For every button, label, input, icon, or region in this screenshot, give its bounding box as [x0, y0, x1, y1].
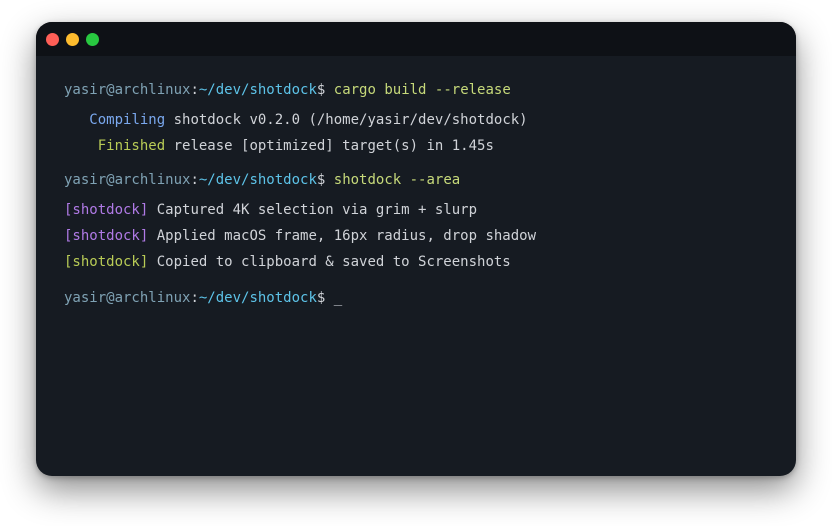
prompt-user-host: yasir@archlinux [64, 172, 191, 188]
log-line: [shotdock] Captured 4K selection via gri… [64, 200, 477, 220]
compiling-label: Compiling [89, 112, 166, 128]
prompt-dollar: $ [316, 172, 326, 188]
command-text: cargo build --release [333, 82, 511, 98]
log-text: Applied macOS frame, 16px radius, drop s… [156, 228, 537, 244]
prompt-path: ~/dev/shotdock [198, 82, 317, 98]
prompt-line-3: yasir@archlinux:~/dev/shotdock$ _ [64, 288, 342, 308]
log-text: Captured 4K selection via grim + slurp [156, 202, 478, 218]
finished-text: release [optimized] target(s) in 1.45s [173, 138, 494, 154]
prompt-path: ~/dev/shotdock [198, 290, 317, 306]
compile-text: shotdock v0.2.0 (/home/yasir/dev/shotdoc… [173, 112, 528, 128]
log-line: [shotdock] Applied macOS frame, 16px rad… [64, 226, 536, 246]
terminal-cursor[interactable]: _ [334, 290, 342, 306]
prompt-dollar: $ [316, 82, 326, 98]
log-tag: [shotdock] [64, 254, 149, 270]
finished-label: Finished [97, 138, 166, 154]
prompt-colon: : [190, 82, 199, 98]
close-button[interactable] [46, 33, 59, 46]
command-text: shotdock --area [333, 172, 461, 188]
prompt-dollar: $ [316, 290, 326, 306]
compile-line: Compiling shotdock v0.2.0 (/home/yasir/d… [64, 110, 528, 130]
finished-line: Finished release [optimized] target(s) i… [64, 136, 494, 156]
prompt-path: ~/dev/shotdock [198, 172, 317, 188]
prompt-line-2: yasir@archlinux:~/dev/shotdock$ shotdock… [64, 170, 460, 190]
prompt-line-1: yasir@archlinux:~/dev/shotdock$ cargo bu… [64, 80, 511, 100]
terminal-window: yasir@archlinux:~/dev/shotdock$ cargo bu… [36, 22, 796, 476]
log-tag: [shotdock] [64, 228, 149, 244]
prompt-user-host: yasir@archlinux [64, 82, 191, 98]
log-text: Copied to clipboard & saved to Screensho… [156, 254, 511, 270]
terminal-output[interactable]: yasir@archlinux:~/dev/shotdock$ cargo bu… [64, 22, 536, 422]
prompt-colon: : [190, 172, 199, 188]
prompt-colon: : [190, 290, 199, 306]
log-line: [shotdock] Copied to clipboard & saved t… [64, 252, 511, 272]
title-bar [36, 22, 796, 56]
prompt-user-host: yasir@archlinux [64, 290, 191, 306]
log-tag: [shotdock] [64, 202, 149, 218]
